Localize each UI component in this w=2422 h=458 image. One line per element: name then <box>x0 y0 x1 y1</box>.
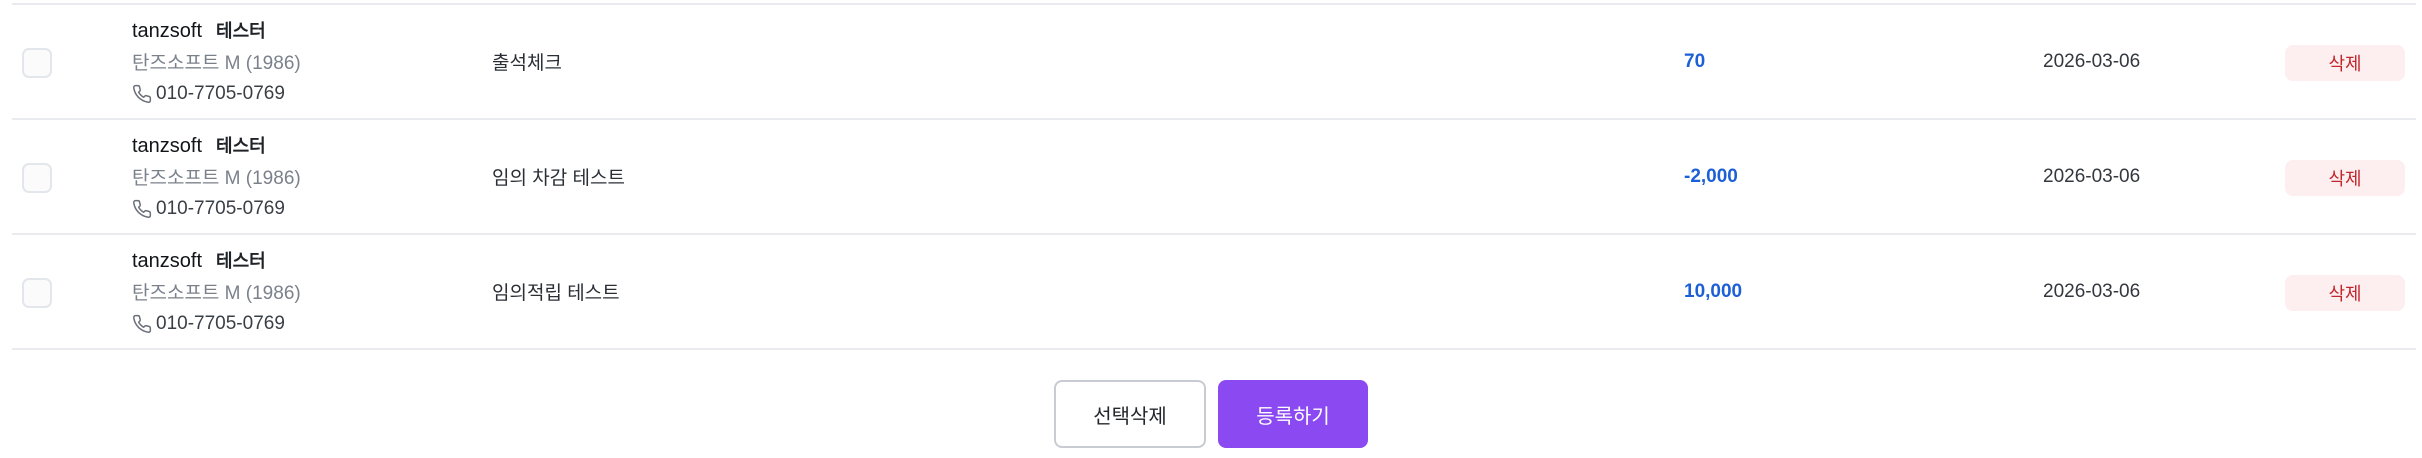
description: 임의적립 테스트 <box>492 283 620 304</box>
member-tag: 테스터 <box>216 251 266 271</box>
delete-button[interactable]: 삭제 <box>2285 160 2405 196</box>
member-name: tanzsoft <box>132 250 203 272</box>
footer-actions: 선택삭제 등록하기 <box>0 380 2422 448</box>
delete-selected-button[interactable]: 선택삭제 <box>1054 380 1206 448</box>
member-info: tanzsoft 테스터 탄즈소프트 M (1986) 010-7705-076… <box>132 132 301 224</box>
point-amount: 70 <box>1684 50 1706 72</box>
phone-icon <box>133 199 152 218</box>
table-row: tanzsoft 테스터 탄즈소프트 M (1986) 010-7705-076… <box>12 118 2416 233</box>
row-checkbox[interactable] <box>22 278 52 308</box>
phone-number: 010-7705-0769 <box>156 313 285 334</box>
date: 2026-03-06 <box>2043 50 2141 72</box>
phone-icon <box>133 84 152 103</box>
table-row: tanzsoft 테스터 탄즈소프트 M (1986) 010-7705-076… <box>12 3 2416 118</box>
page: tanzsoft 테스터 탄즈소프트 M (1986) 010-7705-076… <box>0 0 2422 458</box>
member-info: tanzsoft 테스터 탄즈소프트 M (1986) 010-7705-076… <box>132 247 301 339</box>
row-checkbox[interactable] <box>22 163 52 193</box>
phone-number: 010-7705-0769 <box>156 83 285 104</box>
member-detail: 탄즈소프트 M (1986) <box>132 53 301 74</box>
row-checkbox[interactable] <box>22 48 52 78</box>
member-phone: 010-7705-0769 <box>132 309 301 339</box>
member-tag: 테스터 <box>216 136 266 156</box>
member-phone: 010-7705-0769 <box>132 79 301 109</box>
member-detail: 탄즈소프트 M (1986) <box>132 283 301 304</box>
point-amount: -2,000 <box>1684 165 1738 187</box>
member-name: tanzsoft <box>132 20 203 42</box>
delete-button[interactable]: 삭제 <box>2285 45 2405 81</box>
date: 2026-03-06 <box>2043 165 2141 187</box>
phone-icon <box>133 314 152 333</box>
member-info: tanzsoft 테스터 탄즈소프트 M (1986) 010-7705-076… <box>132 17 301 109</box>
member-detail: 탄즈소프트 M (1986) <box>132 168 301 189</box>
table-row: tanzsoft 테스터 탄즈소프트 M (1986) 010-7705-076… <box>12 233 2416 350</box>
description: 출석체크 <box>492 53 562 74</box>
member-name: tanzsoft <box>132 135 203 157</box>
point-amount: 10,000 <box>1684 280 1743 302</box>
date: 2026-03-06 <box>2043 280 2141 302</box>
member-phone: 010-7705-0769 <box>132 194 301 224</box>
phone-number: 010-7705-0769 <box>156 198 285 219</box>
member-tag: 테스터 <box>216 21 266 41</box>
description: 임의 차감 테스트 <box>492 168 625 189</box>
point-history-table: tanzsoft 테스터 탄즈소프트 M (1986) 010-7705-076… <box>12 3 2416 350</box>
register-button[interactable]: 등록하기 <box>1218 380 1368 448</box>
delete-button[interactable]: 삭제 <box>2285 275 2405 311</box>
